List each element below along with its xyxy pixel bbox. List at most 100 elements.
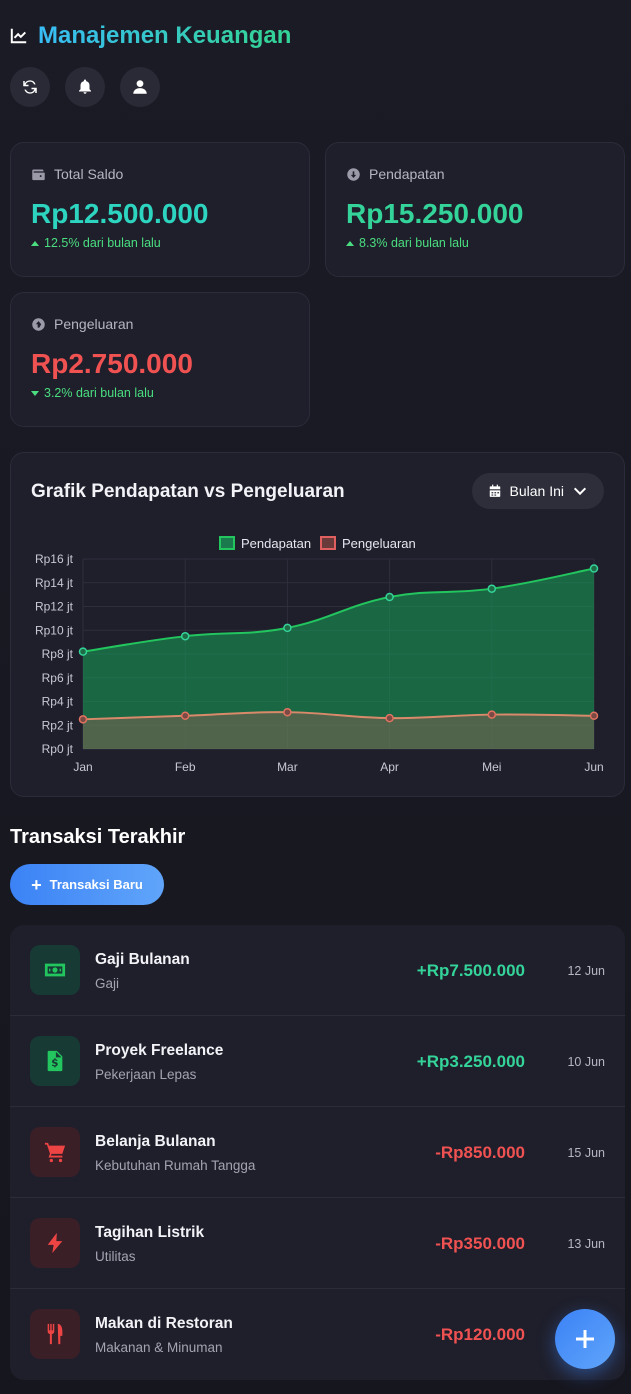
y-tick-label: Rp12 jt [35,600,74,614]
data-point [487,710,497,719]
stat-value: Rp15.250.000 [346,198,524,229]
transaction-icon-wrap [30,945,80,995]
transaction-date: 12 Jun [567,964,605,978]
stat-card-income: Pendapatan Rp15.250.000 8.3% dari bulan … [325,142,625,277]
refresh-icon [23,80,37,94]
x-tick-label: Mei [482,760,501,774]
transaction-amount: +Rp3.250.000 [416,1052,525,1071]
transaction-name: Gaji Bulanan [95,951,190,968]
transaction-icon-wrap [30,1309,80,1359]
header-actions [10,67,160,107]
bolt-icon [47,1232,63,1254]
transaction-name: Makan di Restoran [95,1315,233,1332]
data-point [589,711,599,720]
transaction-category: Gaji [95,976,120,991]
transaction-date: 13 Jun [567,1237,605,1251]
trend-up-icon [31,240,39,246]
data-point [78,715,88,724]
stat-value: Rp12.500.000 [31,198,209,229]
y-tick-label: Rp0 jt [42,742,74,756]
data-point [180,711,190,720]
stat-trend-text: 8.3% dari bulan lalu [359,236,469,250]
wallet-icon [32,169,45,180]
chart-line-icon [10,28,27,44]
x-tick-label: Mar [277,760,298,774]
trend-up-icon [346,240,354,246]
profile-button[interactable] [120,67,160,107]
series-area [83,712,594,749]
y-tick-label: Rp14 jt [35,576,74,590]
y-tick-label: Rp4 jt [42,695,74,709]
transaction-amount: +Rp7.500.000 [416,961,525,980]
transaction-icon-wrap [30,1036,80,1086]
transaction-list: Gaji Bulanan Gaji +Rp7.500.000 12 Jun Pr… [10,925,625,1380]
invoice-dollar-icon [47,1050,63,1072]
period-dropdown[interactable]: Bulan Ini [471,473,604,509]
stat-card-balance: Total Saldo Rp12.500.000 12.5% dari bula… [10,142,310,277]
y-tick-label: Rp8 jt [42,647,74,661]
y-tick-label: Rp2 jt [42,718,74,732]
stat-trend-text: 3.2% dari bulan lalu [44,386,154,400]
legend-label: Pendapatan [241,536,311,551]
legend-swatch [219,536,235,550]
transaction-name: Proyek Freelance [95,1042,224,1059]
stat-label-row: Pendapatan [346,166,604,182]
transaction-name: Tagihan Listrik [95,1224,205,1241]
stat-trend-text: 12.5% dari bulan lalu [44,236,161,250]
legend-swatch [320,536,336,550]
chart-title: Grafik Pendapatan vs Pengeluaran [31,481,345,502]
y-tick-label: Rp10 jt [35,623,74,637]
transaction-row[interactable]: Gaji Bulanan Gaji +Rp7.500.000 12 Jun [10,925,625,1016]
data-point [385,592,394,602]
stat-value: Rp2.750.000 [31,348,193,379]
transaction-category: Kebutuhan Rumah Tangga [95,1158,256,1173]
data-point [180,631,190,641]
stat-label-row: Total Saldo [31,166,289,182]
app-title: Manajemen Keuangan [38,22,292,49]
plus-icon: + [31,874,42,895]
arrow-up-circle-icon [32,317,45,331]
transaction-date: 10 Jun [567,1055,605,1069]
stat-trend: 3.2% dari bulan lalu [31,386,289,400]
chevron-down-icon [573,487,587,496]
data-point [385,713,394,723]
transaction-row[interactable]: Belanja Bulanan Kebutuhan Rumah Tangga -… [10,1107,625,1198]
legend-label: Pengeluaran [342,536,416,551]
data-point [78,647,88,656]
x-tick-label: Feb [175,760,196,774]
arrow-down-circle-icon [347,167,360,181]
header: Manajemen Keuangan [10,22,291,50]
plus-icon [576,1330,594,1348]
utensils-icon [47,1323,63,1345]
new-transaction-button[interactable]: + Transaksi Baru [10,864,164,905]
app: Manajemen Keuangan Total Saldo Rp12.500.… [0,0,631,1394]
money-bill-icon [44,963,66,977]
x-tick-label: Jan [73,760,92,774]
transaction-category: Pekerjaan Lepas [95,1067,197,1082]
refresh-button[interactable] [10,67,50,107]
y-tick-label: Rp6 jt [42,671,74,685]
chart-card: Rp0 jt Rp2 jt Rp4 jt Rp6 jt Rp8 jt Rp10 jt Rp1… [10,452,625,797]
transaction-amount: -Rp350.000 [435,1234,525,1253]
stat-trend: 12.5% dari bulan lalu [31,236,289,250]
transaction-amount: -Rp120.000 [435,1325,525,1344]
notifications-button[interactable] [65,67,105,107]
stat-trend: 8.3% dari bulan lalu [346,236,604,250]
transaction-amount: -Rp850.000 [435,1143,525,1162]
calendar-icon [489,484,500,497]
data-point [589,564,599,573]
x-tick-label: Jun [584,760,603,774]
transaction-row[interactable]: Tagihan Listrik Utilitas -Rp350.000 13 J… [10,1198,625,1289]
stat-label: Pendapatan [369,166,445,182]
add-fab-button[interactable] [555,1309,615,1369]
stat-label: Pengeluaran [54,316,134,332]
transaction-category: Utilitas [95,1249,136,1264]
stat-label-row: Pengeluaran [31,316,289,332]
x-tick-label: Apr [380,760,399,774]
transaction-row[interactable]: Proyek Freelance Pekerjaan Lepas +Rp3.25… [10,1016,625,1107]
data-point [283,707,292,717]
transaction-name: Belanja Bulanan [95,1133,216,1150]
transaction-row[interactable]: Makan di Restoran Makanan & Minuman -Rp1… [10,1289,625,1380]
data-point [283,623,292,633]
user-icon [133,80,147,94]
